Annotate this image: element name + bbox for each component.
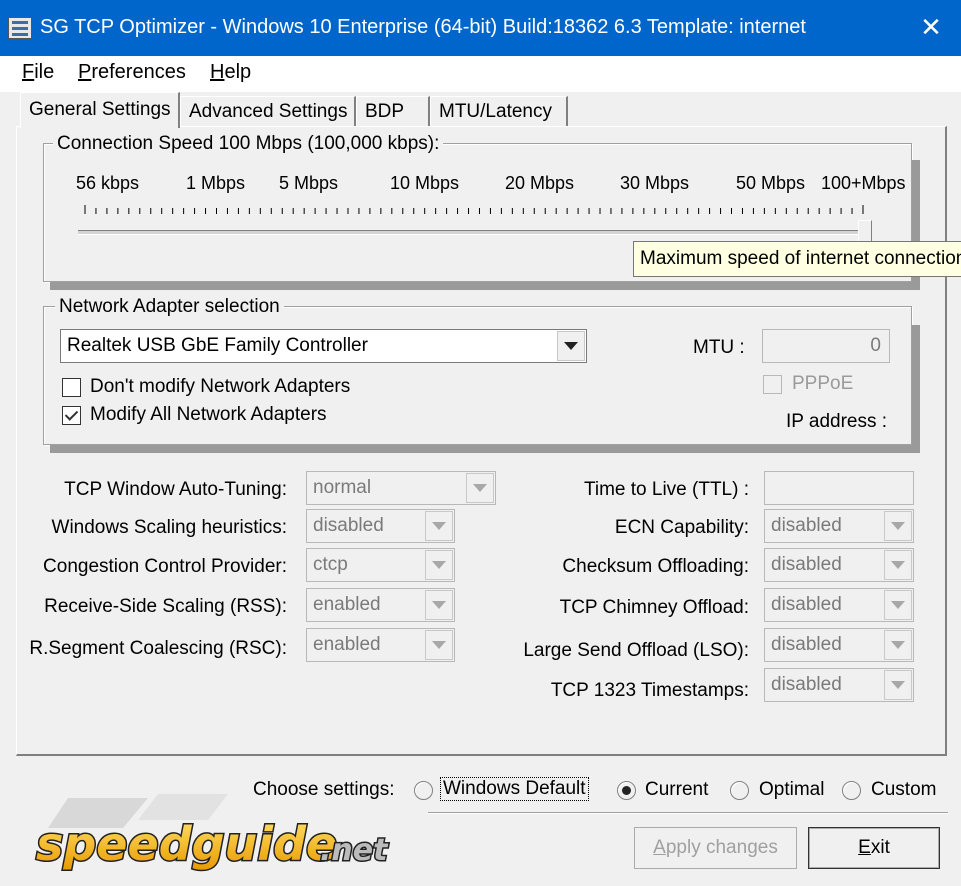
speed-tick-label: 56 kbps <box>76 173 140 193</box>
chevron-down-icon <box>466 473 494 503</box>
ecn-select[interactable]: disabled <box>764 509 914 543</box>
chevron-down-icon <box>884 590 912 620</box>
scaling-heuristics-label: Windows Scaling heuristics: <box>51 517 287 538</box>
chevron-down-icon <box>884 511 912 541</box>
dont-modify-checkbox[interactable] <box>62 378 81 397</box>
optimal-label[interactable]: Optimal <box>759 779 824 801</box>
modify-all-checkbox[interactable] <box>62 406 81 425</box>
radio-windows-default[interactable] <box>414 781 433 800</box>
chevron-down-icon <box>884 550 912 580</box>
speed-tick-label: 30 Mbps <box>620 173 690 193</box>
checksum-select[interactable]: disabled <box>764 548 914 582</box>
radio-current[interactable] <box>617 781 636 800</box>
exit-button[interactable]: Exit <box>808 827 940 869</box>
tab-advanced-settings[interactable]: Advanced Settings <box>180 96 356 128</box>
window-title: SG TCP Optimizer - Windows 10 Enterprise… <box>40 16 806 38</box>
connection-speed-label: Connection Speed 100 Mbps (100,000 kbps)… <box>53 133 444 155</box>
modify-all-label: Modify All Network Adapters <box>90 404 327 425</box>
logo-text: speedguide <box>36 817 337 871</box>
ttl-label: Time to Live (TTL) : <box>583 479 749 500</box>
scaling-heuristics-select[interactable]: disabled <box>306 509 455 543</box>
rsc-select[interactable]: enabled <box>306 628 455 662</box>
ip-address-label: IP address : <box>786 411 888 432</box>
separator <box>428 812 948 814</box>
tab-bdp[interactable]: BDP <box>356 96 430 128</box>
dont-modify-label: Don't modify Network Adapters <box>90 376 351 397</box>
app-icon <box>8 17 32 39</box>
chimney-select[interactable]: disabled <box>764 588 914 622</box>
title-bar[interactable]: SG TCP Optimizer - Windows 10 Enterprise… <box>0 0 961 56</box>
current-label[interactable]: Current <box>645 779 708 801</box>
chevron-down-icon[interactable] <box>557 331 585 361</box>
network-adapter-label: Network Adapter selection <box>55 296 284 318</box>
speed-tick-label: 100+Mbps <box>821 173 906 193</box>
rsc-label: R.Segment Coalescing (RSC): <box>29 638 287 659</box>
mtu-label: MTU : <box>693 337 745 358</box>
menu-preferences[interactable]: Preferences <box>78 61 186 84</box>
chevron-down-icon <box>425 630 453 660</box>
speed-slider-thumb[interactable] <box>858 220 872 242</box>
chevron-down-icon <box>425 511 453 541</box>
adapter-select[interactable]: Realtek USB GbE Family Controller <box>60 329 587 363</box>
chevron-down-icon <box>425 590 453 620</box>
speed-tick-label: 1 Mbps <box>186 173 246 193</box>
menu-file[interactable]: File <box>22 61 54 84</box>
chevron-down-icon <box>884 670 912 700</box>
pppoe-checkbox[interactable] <box>763 375 782 394</box>
timestamps-label: TCP 1323 Timestamps: <box>550 680 749 701</box>
congestion-provider-label: Congestion Control Provider: <box>43 556 287 577</box>
speed-tooltip: Maximum speed of internet connection <box>633 241 961 277</box>
menu-bar: File Preferences Help <box>0 56 961 92</box>
slider-ticks <box>84 205 864 214</box>
timestamps-select[interactable]: disabled <box>764 668 914 702</box>
radio-optimal[interactable] <box>730 781 749 800</box>
ttl-field[interactable] <box>764 471 914 505</box>
speedguide-logo: speedguide .net <box>35 794 391 873</box>
speed-slider-track[interactable] <box>78 230 862 235</box>
rss-label: Receive-Side Scaling (RSS): <box>44 596 287 617</box>
menu-help[interactable]: Help <box>210 61 251 84</box>
logo-suffix: .net <box>320 833 389 868</box>
congestion-provider-select[interactable]: ctcp <box>306 548 455 582</box>
ecn-label: ECN Capability: <box>614 517 749 538</box>
check-icon <box>64 407 79 421</box>
custom-label[interactable]: Custom <box>871 779 936 801</box>
speed-tick-label: 20 Mbps <box>505 173 575 193</box>
chevron-down-icon <box>884 630 912 660</box>
windows-default-label[interactable]: Windows Default <box>440 777 589 801</box>
tab-general-settings[interactable]: General Settings <box>20 92 180 128</box>
lso-label: Large Send Offload (LSO): <box>523 640 749 661</box>
speed-tick-label: 10 Mbps <box>390 173 460 193</box>
pppoe-label: PPPoE <box>792 373 854 394</box>
radio-custom[interactable] <box>842 781 861 800</box>
rss-select[interactable]: enabled <box>306 588 455 622</box>
chevron-down-icon <box>425 550 453 580</box>
speed-tick-label: 5 Mbps <box>279 173 339 193</box>
tab-mtu-latency[interactable]: MTU/Latency <box>430 96 568 128</box>
lso-select[interactable]: disabled <box>764 628 914 662</box>
autotuning-label: TCP Window Auto-Tuning: <box>64 479 287 500</box>
adapter-select-value: Realtek USB GbE Family Controller <box>67 335 368 356</box>
speed-tick-label: 50 Mbps <box>736 173 806 193</box>
mtu-field[interactable]: 0 <box>762 329 890 363</box>
checksum-label: Checksum Offloading: <box>562 556 749 577</box>
chimney-label: TCP Chimney Offload: <box>559 597 749 618</box>
autotuning-select[interactable]: normal <box>306 471 496 505</box>
close-icon[interactable]: ✕ <box>901 0 961 56</box>
apply-changes-button[interactable]: Apply changes <box>634 827 797 869</box>
